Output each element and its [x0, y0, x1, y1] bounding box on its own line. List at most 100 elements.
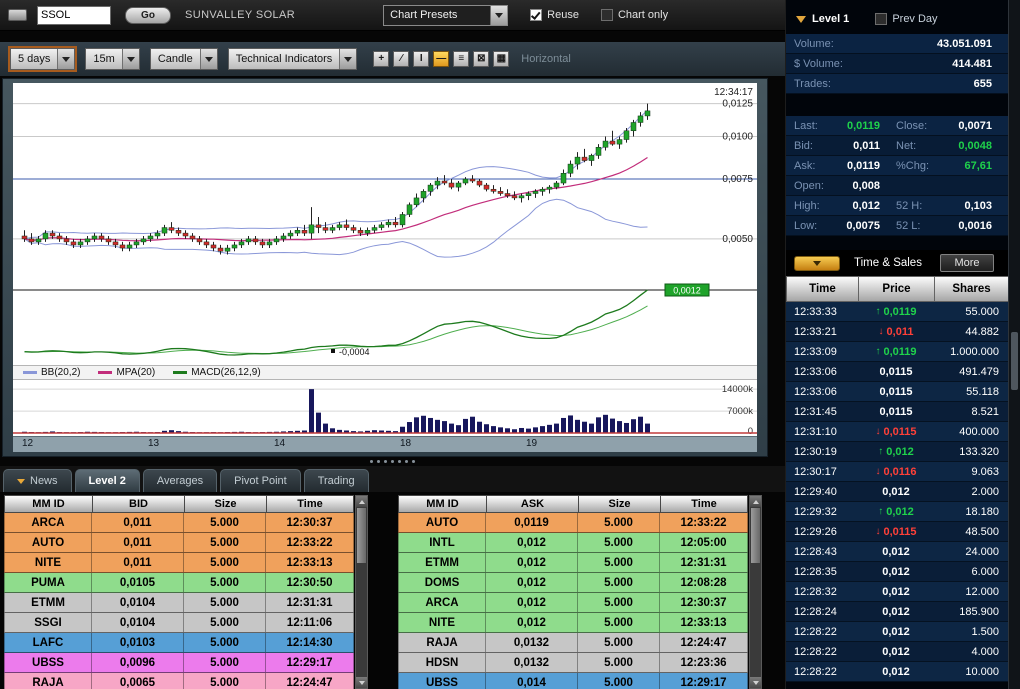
size: 5.000 [578, 653, 660, 672]
tab-pivot-point[interactable]: Pivot Point [220, 469, 301, 492]
chart-presets-dropdown[interactable]: Chart Presets [383, 5, 508, 26]
scroll-down-icon[interactable] [356, 677, 367, 688]
mm-id: NITE [398, 613, 486, 632]
time-sales-row[interactable]: 12:30:19↑0,012133.320 [786, 442, 1008, 462]
scroll-up-icon[interactable] [356, 496, 367, 507]
level2-column-header[interactable]: MM ID [398, 495, 486, 513]
tab-averages[interactable]: Averages [143, 469, 217, 492]
tab-level-2[interactable]: Level 2 [75, 469, 140, 492]
add-indicator-icon[interactable]: + [373, 51, 389, 67]
time-sales-row[interactable]: 12:29:32↑0,01218.180 [786, 502, 1008, 522]
level2-row[interactable]: NITE0,0115.00012:33:13 [4, 553, 354, 573]
go-button[interactable]: Go [125, 7, 171, 24]
level2-column-header[interactable]: MM ID [4, 495, 92, 513]
time-sales-dropdown-button[interactable] [794, 256, 840, 271]
volume-chart-area[interactable]: 14000k7000k0 [13, 380, 757, 436]
interval-dropdown[interactable]: 15m [85, 48, 139, 70]
level2-column-header[interactable]: BID [92, 495, 184, 513]
scroll-down-icon[interactable] [750, 677, 761, 688]
range-dropdown[interactable]: 5 days [10, 48, 75, 70]
price-chart[interactable]: 0,0012-0,00040,01250,01000,00750,005012:… [13, 83, 757, 365]
time-sales-row[interactable]: 12:31:450,01158.521 [786, 402, 1008, 422]
level1-collapse-icon[interactable] [796, 16, 806, 23]
price-down-arrow-icon: ↓ [875, 526, 880, 537]
level2-row[interactable]: AUTO0,0115.00012:33:22 [4, 533, 354, 553]
time-sales-row[interactable]: 12:28:220,0121.500 [786, 622, 1008, 642]
level2-row[interactable]: DOMS0,0125.00012:08:28 [398, 573, 748, 593]
time-sales-row[interactable]: 12:33:060,0115491.479 [786, 362, 1008, 382]
level2-column-header[interactable]: Time [266, 495, 354, 513]
time-sales-row[interactable]: 12:28:320,01212.000 [786, 582, 1008, 602]
trade-time: 12:29:40 [786, 486, 858, 498]
tab-trading[interactable]: Trading [304, 469, 369, 492]
level2-column-header[interactable]: ASK [486, 495, 578, 513]
mm-id: ETMM [4, 593, 92, 612]
level2-row[interactable]: RAJA0,01325.00012:24:47 [398, 633, 748, 653]
level2-row[interactable]: ETMM0,01045.00012:31:31 [4, 593, 354, 613]
bid-table-scrollbar[interactable] [355, 495, 368, 689]
stat-label: Volume: [786, 38, 834, 50]
more-button[interactable]: More [940, 254, 994, 272]
tab-news[interactable]: News [3, 469, 72, 492]
time-sales-row[interactable]: 12:29:26↓0,011548.500 [786, 522, 1008, 542]
level2-row[interactable]: UBSS0,00965.00012:29:17 [4, 653, 354, 673]
ask-table-scrollbar[interactable] [749, 495, 762, 689]
time-sales-row[interactable]: 12:28:220,01210.000 [786, 662, 1008, 682]
cursor-tool-icon[interactable]: I [413, 51, 429, 67]
price-chart-area[interactable]: 0,0012-0,00040,01250,01000,00750,005012:… [13, 83, 757, 365]
scrollbar-thumb[interactable] [751, 508, 760, 563]
level2-row[interactable]: INTL0,0125.00012:05:00 [398, 533, 748, 553]
trade-price: ↑0,0119 [858, 346, 934, 358]
line-draw-icon[interactable]: ∕ [393, 51, 409, 67]
scrollbar-thumb[interactable] [357, 508, 366, 563]
prev-day-checkbox[interactable]: Prev Day [875, 13, 937, 25]
window-menu-icon[interactable] [8, 9, 27, 21]
chart-style-dropdown[interactable]: Candle [150, 48, 218, 70]
trade-price-value: 0,012 [882, 566, 910, 578]
volume-chart[interactable]: 14000k7000k0 [13, 380, 757, 436]
technical-indicators-dropdown[interactable]: Technical Indicators [228, 48, 358, 70]
time-sales-row[interactable]: 12:28:430,01224.000 [786, 542, 1008, 562]
level2-row[interactable]: AUTO0,01195.00012:33:22 [398, 513, 748, 533]
level2-row[interactable]: ARCA0,0125.00012:30:37 [398, 593, 748, 613]
time-sales-row[interactable]: 12:28:240,012185.900 [786, 602, 1008, 622]
level2-row[interactable]: ARCA0,0115.00012:30:37 [4, 513, 354, 533]
symbol-input[interactable] [37, 6, 111, 25]
level2-row[interactable]: RAJA0,00655.00012:24:47 [4, 673, 354, 689]
level2-row[interactable]: NITE0,0125.00012:33:13 [398, 613, 748, 633]
time-sales-row[interactable]: 12:33:33↑0,011955.000 [786, 302, 1008, 322]
scroll-up-icon[interactable] [750, 496, 761, 507]
time-sales-row[interactable]: 12:33:060,011555.118 [786, 382, 1008, 402]
time-sales-row[interactable]: 12:28:220,0124.000 [786, 642, 1008, 662]
time-sales-row[interactable]: 12:33:21↓0,01144.882 [786, 322, 1008, 342]
ts-column-header[interactable]: Time [786, 276, 858, 302]
level2-row[interactable]: LAFC0,01035.00012:14:30 [4, 633, 354, 653]
level2-row[interactable]: UBSS0,0145.00012:29:17 [398, 673, 748, 689]
level2-row[interactable]: HDSN0,01325.00012:23:36 [398, 653, 748, 673]
reuse-checkbox[interactable]: Reuse [530, 9, 579, 21]
chart-only-checkbox[interactable]: Chart only [601, 9, 668, 21]
price-down-arrow-icon: ↓ [875, 426, 880, 437]
time-sales-scrollbar[interactable] [1008, 0, 1020, 689]
grid-tool-icon[interactable]: ▦ [493, 51, 509, 67]
time-sales-row[interactable]: 12:28:350,0126.000 [786, 562, 1008, 582]
trade-time: 12:30:17 [786, 466, 858, 478]
list-tool-icon[interactable]: ≡ [453, 51, 469, 67]
panel-splitter[interactable] [0, 457, 785, 466]
remove-drawing-icon[interactable]: ⊠ [473, 51, 489, 67]
time-sales-row[interactable]: 12:33:09↑0,01191.000.000 [786, 342, 1008, 362]
level2-column-header[interactable]: Time [660, 495, 748, 513]
ts-column-header[interactable]: Price [858, 276, 934, 302]
horizontal-line-tool-icon[interactable]: — [433, 51, 449, 67]
level2-column-header[interactable]: Size [184, 495, 266, 513]
time-sales-row[interactable]: 12:29:400,0122.000 [786, 482, 1008, 502]
level2-row[interactable]: SSGI0,01045.00012:11:06 [4, 613, 354, 633]
scrollbar-thumb[interactable] [1011, 332, 1018, 390]
time-sales-row[interactable]: 12:30:17↓0,01169.063 [786, 462, 1008, 482]
level2-column-header[interactable]: Size [578, 495, 660, 513]
ts-column-header[interactable]: Shares [934, 276, 1009, 302]
level2-row[interactable]: ETMM0,0125.00012:31:31 [398, 553, 748, 573]
time-sales-row[interactable]: 12:31:10↓0,0115400.000 [786, 422, 1008, 442]
level2-row[interactable]: PUMA0,01055.00012:30:50 [4, 573, 354, 593]
trade-time: 12:28:43 [786, 546, 858, 558]
